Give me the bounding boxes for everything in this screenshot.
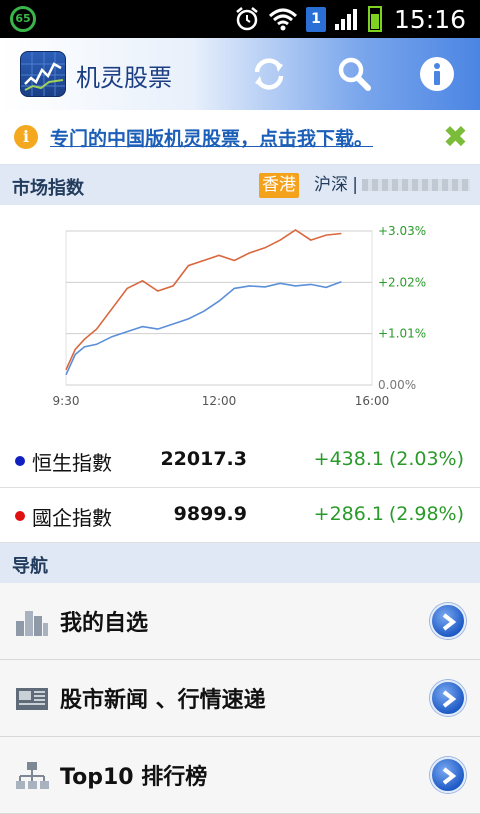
series-dot <box>15 511 25 521</box>
series-dot <box>15 456 25 466</box>
tab-hongkong[interactable]: 香港 <box>259 173 299 198</box>
search-icon <box>338 57 371 91</box>
x-tick-label: 16:00 <box>355 394 390 408</box>
index-name: 國企指數 <box>32 506 112 530</box>
chevron-right-icon[interactable] <box>430 603 466 639</box>
hierarchy-icon <box>16 762 49 789</box>
index-value: 22017.3 <box>160 448 247 470</box>
x-tick-label: 12:00 <box>202 394 237 408</box>
index-name: 恒生指數 <box>32 451 112 475</box>
index-value: 9899.9 <box>173 503 247 525</box>
battery-icon <box>367 6 382 32</box>
refresh-icon <box>254 58 284 90</box>
index-percent: (2.03%) <box>388 448 464 470</box>
app-title: 机灵股票 <box>76 64 172 92</box>
sim-icon: 1 <box>305 6 326 32</box>
banner-suffix: 。 <box>354 128 374 150</box>
nav-label: Top10 排行榜 <box>60 765 208 790</box>
wifi-icon <box>268 8 297 31</box>
alarm-icon <box>236 7 258 31</box>
tab-shanghai-shenzhen[interactable]: 沪深 <box>314 173 348 198</box>
y-tick-label: 0.00% <box>378 378 416 392</box>
index-line-chart: 0.00% +1.01% +2.02% +3.03% 9:30 12:00 16:00 <box>53 224 427 408</box>
x-tick-label: 9:30 <box>53 394 80 408</box>
nav-item-top10[interactable]: Top10 排行榜 <box>0 737 480 814</box>
download-link[interactable]: 专门的中国版机灵股票，点击我下载。 <box>50 124 373 151</box>
nav-label: 我的自选 <box>60 611 149 636</box>
close-icon[interactable]: ✖ <box>443 120 468 155</box>
info-icon: i <box>14 125 38 149</box>
tab-separator: | <box>352 175 358 195</box>
download-banner: i 专门的中国版机灵股票，点击我下载。 ✖ <box>0 110 480 165</box>
newspaper-icon <box>16 688 48 710</box>
refresh-button[interactable] <box>250 55 288 93</box>
nav-item-news[interactable]: 股市新闻 、行情速递 <box>0 660 480 737</box>
app-bar: 机灵股票 <box>0 38 480 110</box>
clock: 15:16 <box>393 4 466 34</box>
info-button[interactable] <box>418 55 456 93</box>
index-change: +438.1 <box>313 448 384 470</box>
info-icon <box>420 57 454 91</box>
y-tick-label: +2.02% <box>378 275 426 289</box>
index-percent: (2.98%) <box>388 503 464 525</box>
market-index-header: 市场指数 香港 沪深 | <box>0 165 480 205</box>
notification-badge: 65 <box>10 6 36 32</box>
y-tick-label: +3.03% <box>378 224 426 238</box>
chevron-right-icon[interactable] <box>430 757 466 793</box>
nav-header: 导航 <box>0 543 480 583</box>
market-index-title: 市场指数 <box>12 178 84 199</box>
nav-item-watchlist[interactable]: 我的自选 <box>0 583 480 660</box>
status-icons: 1 15:16 <box>234 0 466 38</box>
app-logo-icon <box>20 51 66 97</box>
signal-icon <box>334 9 357 30</box>
index-row-hsi[interactable]: 恒生指數 22017.3 +438.1 (2.03%) <box>0 433 480 488</box>
index-chart: 0.00% +1.01% +2.02% +3.03% 9:30 12:00 16:00 <box>0 205 480 430</box>
status-bar: 65 1 15:16 <box>0 0 480 38</box>
nav-title: 导航 <box>12 556 48 577</box>
y-tick-label: +1.01% <box>378 327 426 341</box>
nav-label: 股市新闻 、行情速递 <box>60 688 266 713</box>
bar-chart-icon <box>16 611 48 636</box>
blurred-date <box>362 179 470 191</box>
chevron-right-icon[interactable] <box>430 680 466 716</box>
index-row-hscei[interactable]: 國企指數 9899.9 +286.1 (2.98%) <box>0 488 480 543</box>
index-change: +286.1 <box>313 503 384 525</box>
search-button[interactable] <box>335 55 373 93</box>
